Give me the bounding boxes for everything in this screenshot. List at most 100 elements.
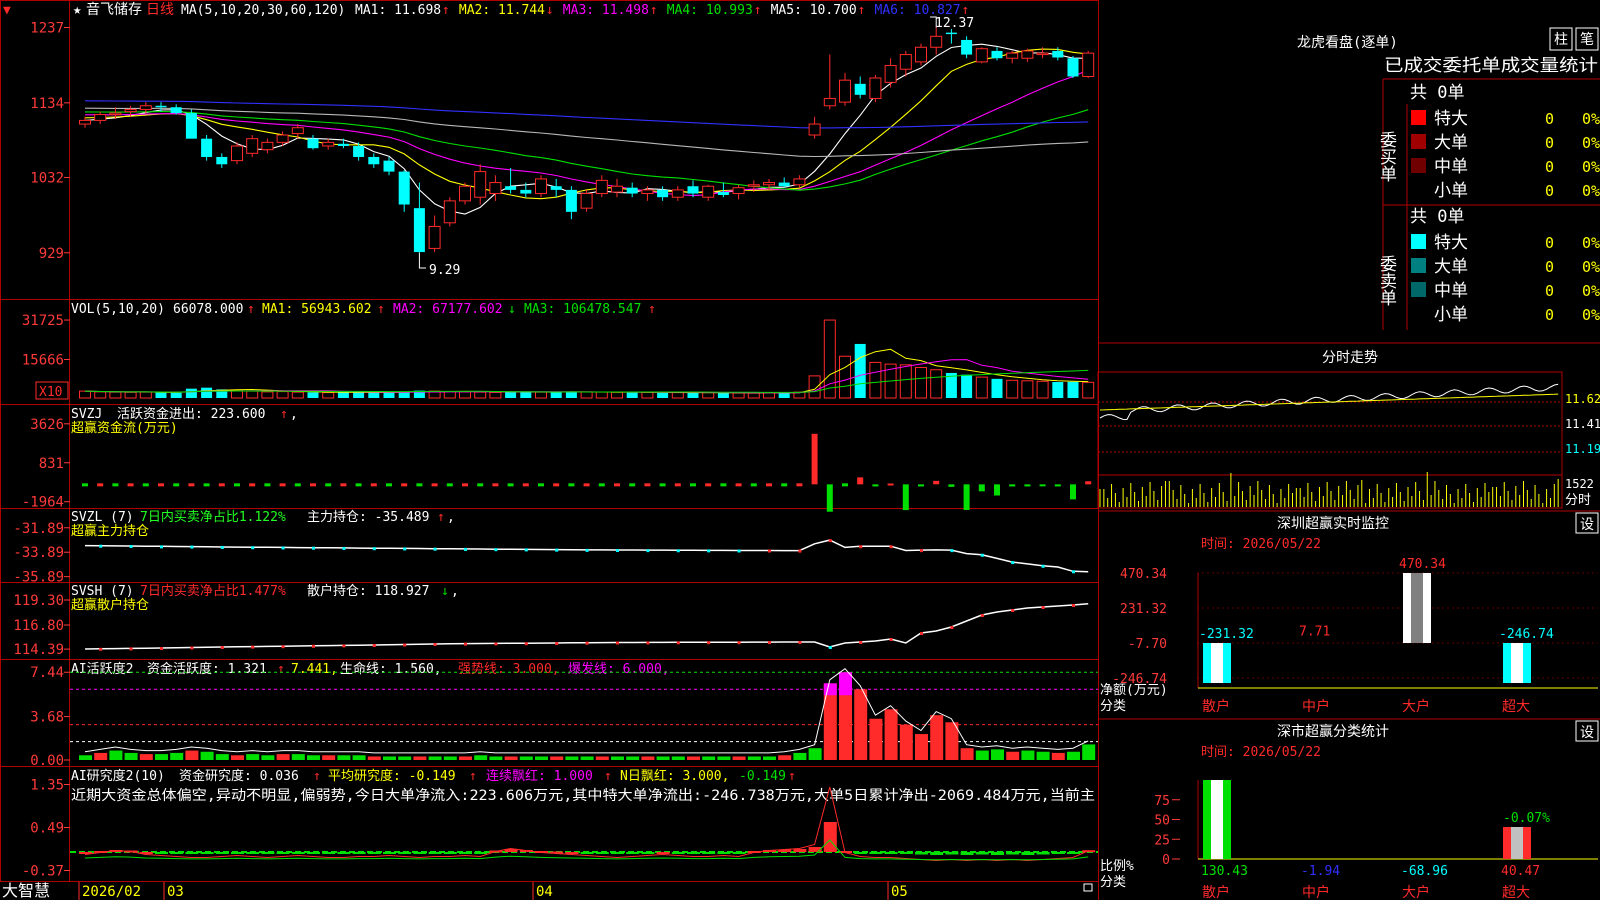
y-tick-label: -0.37 xyxy=(22,864,64,880)
svzj-tick xyxy=(507,483,514,487)
holding-marker xyxy=(676,641,680,645)
holding-marker xyxy=(342,546,346,550)
ma-line-5 xyxy=(84,43,1089,215)
holding-marker xyxy=(524,642,528,646)
sz2-category: 散户 xyxy=(1202,884,1230,900)
candle-body xyxy=(899,54,912,70)
sz2-y-tick: 75 xyxy=(1154,794,1170,809)
ai2-bar xyxy=(352,852,366,854)
svzj-tick xyxy=(264,483,271,487)
ai2-bar xyxy=(823,822,837,852)
svsh-plot xyxy=(84,602,1089,651)
ai1-bar xyxy=(367,756,381,760)
ai2-bar xyxy=(930,852,944,855)
ai2-bar xyxy=(732,852,746,854)
sz1-value-label: 7.71 xyxy=(1299,625,1330,640)
y-tick-label: -33.89 xyxy=(13,545,64,561)
vol-bar xyxy=(261,391,274,399)
vol-bar xyxy=(489,391,502,399)
candle-body xyxy=(869,77,882,99)
holding-marker xyxy=(281,546,285,550)
sz1-value-label: -231.32 xyxy=(1199,627,1254,642)
candle-body xyxy=(975,48,988,63)
svzj-tick xyxy=(310,483,316,487)
vol-bar xyxy=(747,392,760,399)
ai1-burst-cap xyxy=(839,672,852,696)
vol-bar xyxy=(155,392,167,398)
vol-bar xyxy=(641,391,654,399)
sz1-value-label: -246.74 xyxy=(1499,627,1554,642)
sz1-cat-label: 分类 xyxy=(1100,699,1126,714)
star-icon[interactable]: ★ xyxy=(73,2,82,18)
ai2-t2: 平均研究度: -0.149 xyxy=(328,768,456,784)
low-label: 9.29 xyxy=(429,263,460,278)
svzj-tick xyxy=(462,483,468,487)
lhb-row-pct: 0% xyxy=(1582,182,1600,200)
ai2-bar xyxy=(322,852,336,854)
vol-bar xyxy=(626,392,638,398)
candle-body xyxy=(565,189,577,212)
candlestick-plot xyxy=(79,16,1095,269)
ai2-bar xyxy=(565,852,579,854)
ai2-bar xyxy=(1006,852,1020,855)
svzj-bar xyxy=(1070,484,1076,500)
ai2-bar xyxy=(854,852,868,854)
ai1-bar xyxy=(276,754,290,760)
candle-body xyxy=(231,145,243,162)
svzj-tick xyxy=(127,483,134,487)
svzj-tick xyxy=(659,483,666,487)
candle-body xyxy=(474,171,487,198)
candle-body xyxy=(1021,50,1034,59)
holding-marker xyxy=(403,643,407,647)
holding-marker xyxy=(251,546,255,550)
sz2-value-label: -68.96 xyxy=(1401,864,1448,879)
candle-body xyxy=(155,105,167,108)
candle-body xyxy=(443,200,456,224)
sz2-category: 超大 xyxy=(1502,885,1530,900)
sz2-ratio-label: 比例% xyxy=(1100,859,1134,874)
vol-bar xyxy=(854,343,866,398)
candle-body xyxy=(961,39,973,55)
ai1-bar xyxy=(1036,751,1050,760)
ai2-t4: N日飘红: 3.000, xyxy=(620,768,729,784)
vol-bar xyxy=(975,376,988,399)
svzj-tick xyxy=(735,483,742,487)
tabs-line[interactable]: 已成交委托单成交量统计 xyxy=(1384,56,1598,76)
candle-body xyxy=(626,187,638,194)
lock-icon[interactable] xyxy=(1083,883,1093,892)
candle-body xyxy=(702,185,715,198)
period-label[interactable]: 日线 xyxy=(146,2,174,18)
holding-marker xyxy=(1041,564,1045,568)
ai1-bar xyxy=(124,752,138,760)
y-tick-label: 3.68 xyxy=(30,710,64,726)
svzj-tick xyxy=(249,483,256,487)
vol-ma1-arrow: ↑ xyxy=(377,302,385,317)
holding-marker xyxy=(646,549,650,553)
svzj-tick xyxy=(538,483,544,487)
vol-plot xyxy=(79,319,1095,399)
holding-marker xyxy=(220,646,224,649)
vol-bar xyxy=(535,391,547,399)
svzl-header: SVZL (7) 7日内买卖净占比1.122% 主力持仓: -35.489 ↑ … xyxy=(71,509,455,539)
ai2-bar xyxy=(915,852,928,855)
low-pointer xyxy=(418,252,426,269)
sz1-category: 散户 xyxy=(1202,698,1230,715)
high-label: 12.37 xyxy=(935,16,974,31)
holding-marker xyxy=(160,545,163,549)
candle-body xyxy=(261,141,274,151)
holding-marker xyxy=(251,645,255,649)
sz2-category: 中户 xyxy=(1302,884,1330,900)
candle-body xyxy=(839,79,851,103)
ai2-bar xyxy=(975,852,989,855)
vol-bar xyxy=(671,392,684,399)
ai1-bar xyxy=(322,755,336,760)
svzj-tick xyxy=(218,483,225,487)
holding-marker xyxy=(99,647,103,651)
fs-tick: 11.41 xyxy=(1565,417,1600,431)
ai2-bar xyxy=(671,852,685,854)
ai2-bar xyxy=(170,852,184,854)
ai1-bar xyxy=(1021,750,1035,760)
svsh-tail: 散户持仓: 118.927 xyxy=(307,583,429,599)
sz1-date: 时间: 2026/05/22 xyxy=(1201,537,1321,552)
candle-body xyxy=(991,50,1003,59)
